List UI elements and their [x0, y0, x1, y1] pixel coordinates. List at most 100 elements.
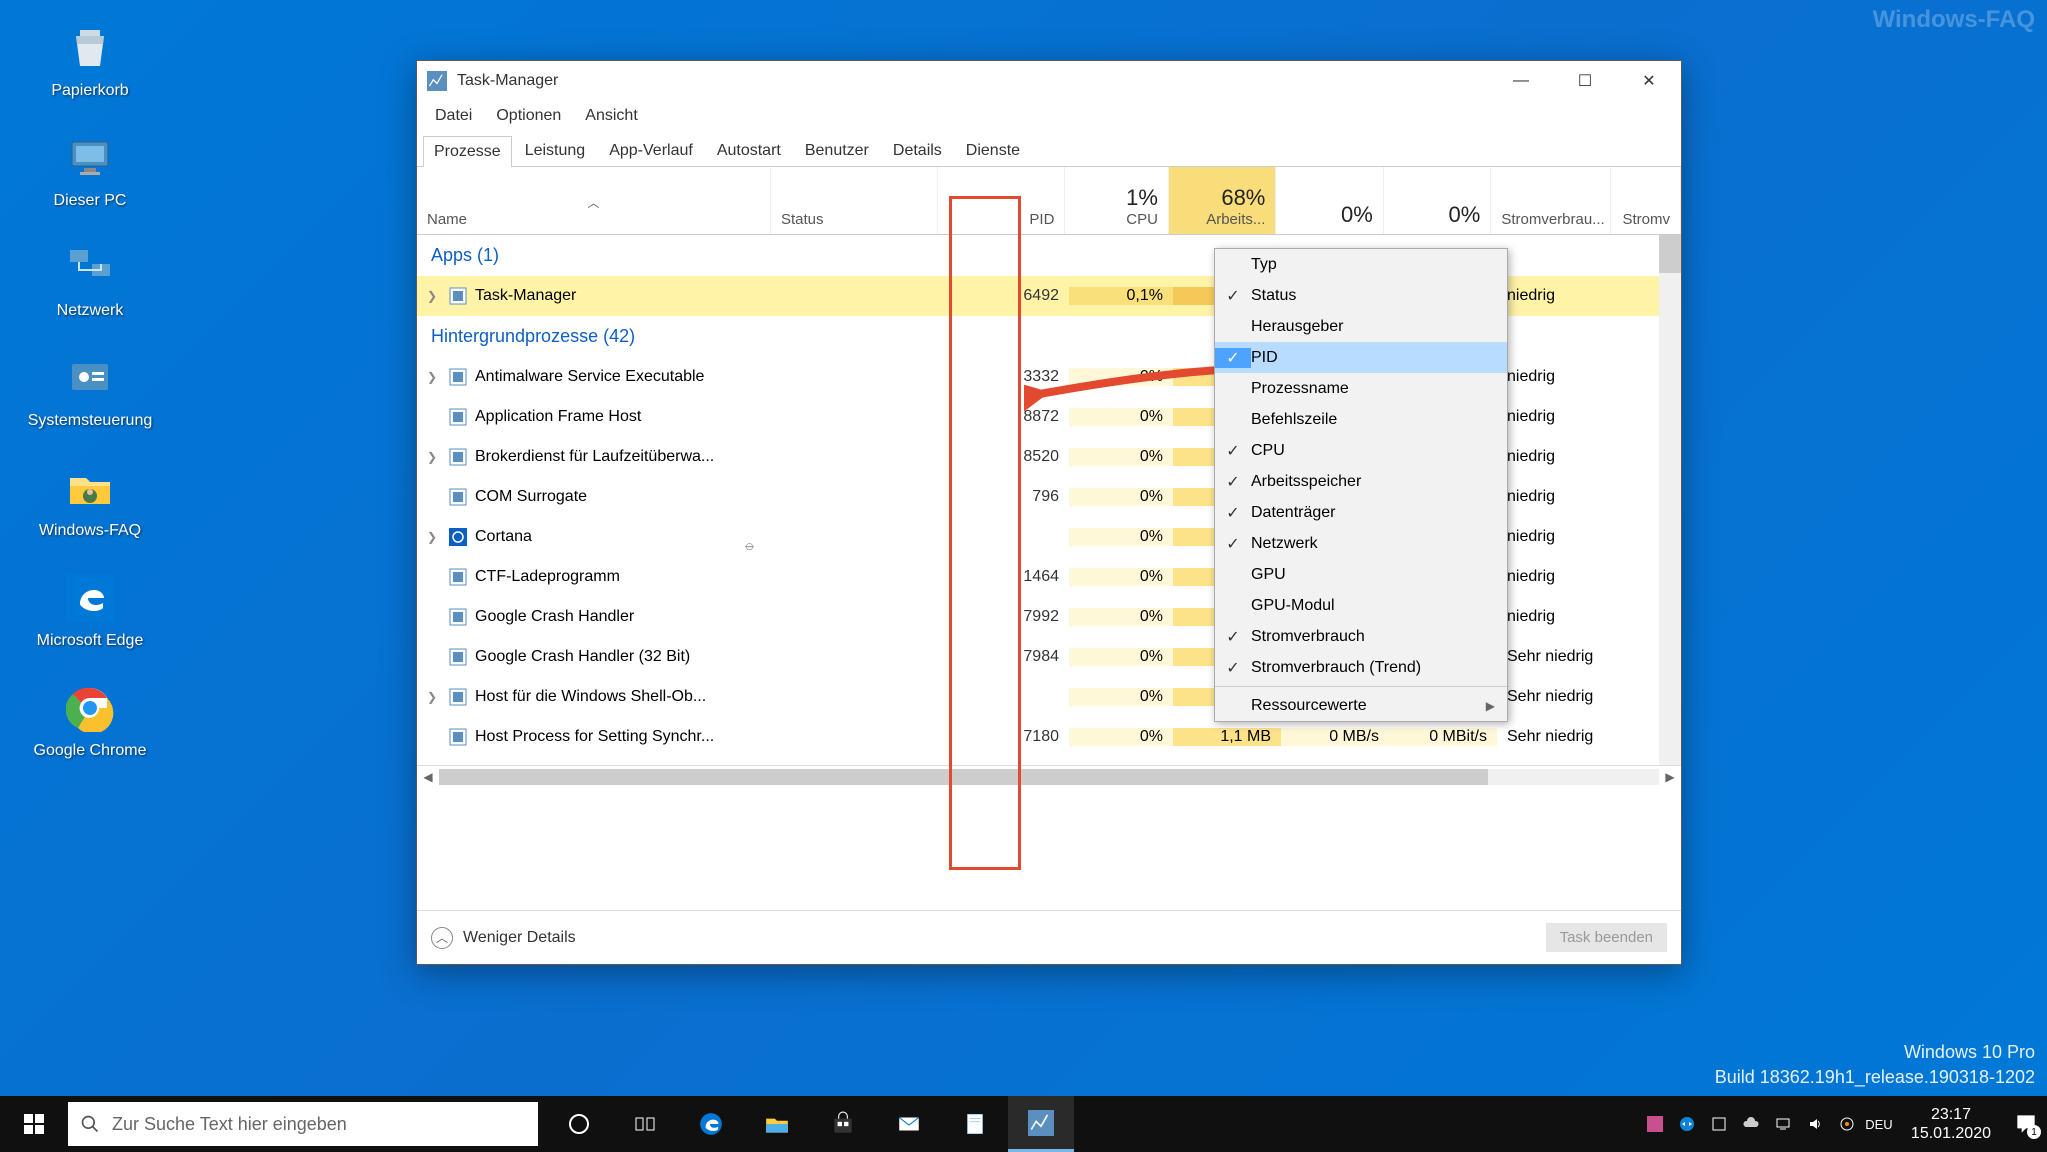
menubar: Datei Optionen Ansicht [417, 101, 1681, 131]
tray-teamviewer-icon[interactable] [1677, 1114, 1697, 1134]
menu-item-label: GPU [1251, 566, 1286, 584]
col-pid[interactable]: PID [938, 167, 1065, 234]
task-view-button[interactable] [612, 1096, 678, 1152]
explorer-taskbar-button[interactable] [744, 1096, 810, 1152]
end-task-button[interactable]: Task beenden [1546, 923, 1667, 952]
tray-update-icon[interactable] [1837, 1114, 1857, 1134]
maximize-button[interactable]: ☐ [1553, 61, 1617, 101]
process-row[interactable]: Host Process for Setting Synchr...71800%… [417, 717, 1681, 757]
process-name: Application Frame Host [475, 408, 641, 426]
process-disk: 0 MB/s [1281, 728, 1389, 746]
menu-item[interactable]: GPU-Modul [1215, 590, 1507, 621]
minimize-button[interactable]: ― [1489, 61, 1553, 101]
scrollbar-thumb[interactable] [1659, 235, 1681, 273]
tray-language-icon[interactable]: DEU [1869, 1114, 1889, 1134]
menu-datei[interactable]: Datei [425, 104, 482, 128]
desktop-icon-this-pc[interactable]: Dieser PC [20, 130, 160, 210]
desktop-icon-recycle-bin[interactable]: Papierkorb [20, 20, 160, 100]
menu-ansicht[interactable]: Ansicht [575, 104, 647, 128]
menu-item-label: PID [1251, 349, 1278, 367]
taskbar-clock[interactable]: 23:17 15.01.2020 [1911, 1105, 1991, 1143]
col-mem[interactable]: 68%Arbeits... [1169, 167, 1276, 234]
fewer-details-label[interactable]: Weniger Details [463, 929, 576, 947]
horizontal-scrollbar[interactable]: ◀ ▶ [417, 765, 1681, 787]
menu-item[interactable]: Stromverbrauch [1215, 621, 1507, 652]
tray-volume-icon[interactable] [1805, 1114, 1825, 1134]
check-icon [1215, 627, 1251, 647]
menu-item[interactable]: Stromverbrauch (Trend) [1215, 652, 1507, 683]
process-cpu: 0% [1069, 448, 1173, 466]
tab-app-verlauf[interactable]: App-Verlauf [598, 135, 704, 166]
process-name: COM Surrogate [475, 488, 587, 506]
close-button[interactable]: ✕ [1617, 61, 1681, 101]
menu-item[interactable]: CPU [1215, 435, 1507, 466]
search-box[interactable]: Zur Suche Text hier eingeben [68, 1102, 538, 1146]
tab-benutzer[interactable]: Benutzer [794, 135, 880, 166]
menu-item-label: CPU [1251, 442, 1285, 460]
desktop-icon-chrome[interactable]: Google Chrome [20, 680, 160, 760]
start-button[interactable] [0, 1096, 68, 1152]
desktop-icon-edge[interactable]: Microsoft Edge [20, 570, 160, 650]
process-name: CTF-Ladeprogramm [475, 568, 620, 586]
process-power: niedrig [1497, 568, 1617, 586]
folder-icon [62, 460, 118, 516]
menu-optionen[interactable]: Optionen [486, 104, 571, 128]
process-cpu: 0,1% [1069, 287, 1173, 305]
tab-autostart[interactable]: Autostart [706, 135, 792, 166]
process-name: Host Process for Setting Synchr... [475, 728, 714, 746]
store-taskbar-button[interactable] [810, 1096, 876, 1152]
menu-item[interactable]: Prozessname [1215, 373, 1507, 404]
menu-item[interactable]: GPU [1215, 559, 1507, 590]
col-disk[interactable]: 0% [1276, 167, 1383, 234]
col-cpu[interactable]: 1%CPU [1065, 167, 1169, 234]
tray-onedrive-icon[interactable] [1741, 1114, 1761, 1134]
process-power: Sehr niedrig [1497, 728, 1617, 746]
tab-dienste[interactable]: Dienste [955, 135, 1031, 166]
vertical-scrollbar[interactable] [1659, 235, 1681, 765]
tray-app2-icon[interactable] [1709, 1114, 1729, 1134]
process-pid: 7180 [941, 728, 1069, 746]
scrollbar-track[interactable] [439, 769, 1659, 785]
task-manager-taskbar-button[interactable] [1008, 1096, 1074, 1152]
mail-taskbar-button[interactable] [876, 1096, 942, 1152]
col-power-trend[interactable]: Stromv [1611, 167, 1681, 234]
desktop-icon-windows-faq[interactable]: Windows-FAQ [20, 460, 160, 540]
process-power: niedrig [1497, 408, 1617, 426]
col-name[interactable]: ︿Name [417, 167, 771, 234]
col-power[interactable]: Stromverbrau... [1491, 167, 1611, 234]
menu-item[interactable]: Befehlszeile [1215, 404, 1507, 435]
fewer-details-icon[interactable]: ︿ [431, 927, 453, 949]
menu-item[interactable]: Herausgeber [1215, 311, 1507, 342]
menu-item[interactable]: Ressourcewerte▶ [1215, 690, 1507, 721]
menu-item[interactable]: Netzwerk [1215, 528, 1507, 559]
desktop-icon-control-panel[interactable]: Systemsteuerung [20, 350, 160, 430]
tray-network-icon[interactable] [1773, 1114, 1793, 1134]
scroll-right-icon[interactable]: ▶ [1659, 770, 1681, 784]
process-name: Brokerdienst für Laufzeitüberwa... [475, 448, 714, 466]
tab-prozesse[interactable]: Prozesse [423, 136, 512, 167]
col-net[interactable]: 0% [1384, 167, 1491, 234]
edge-taskbar-button[interactable] [678, 1096, 744, 1152]
notepad-taskbar-button[interactable] [942, 1096, 1008, 1152]
process-cpu: 0% [1069, 368, 1173, 386]
network-icon [62, 240, 118, 296]
menu-item[interactable]: Status [1215, 280, 1507, 311]
action-center-button[interactable]: 1 [2013, 1111, 2039, 1137]
desktop-icon-label: Netzwerk [57, 302, 124, 320]
tab-details[interactable]: Details [882, 135, 953, 166]
menu-item[interactable]: Datenträger [1215, 497, 1507, 528]
menu-item[interactable]: PID [1215, 342, 1507, 373]
column-context-menu: TypStatusHerausgeber PID ProzessnameBefehl… [1214, 248, 1508, 722]
windows-logo-icon [22, 1112, 46, 1136]
col-status[interactable]: Status [771, 167, 938, 234]
tray-app-icon[interactable] [1645, 1114, 1665, 1134]
scroll-left-icon[interactable]: ◀ [417, 770, 439, 784]
tab-leistung[interactable]: Leistung [514, 135, 597, 166]
menu-item[interactable]: Arbeitsspeicher [1215, 466, 1507, 497]
menu-item[interactable]: Typ [1215, 249, 1507, 280]
check-icon [1215, 441, 1251, 461]
scrollbar-thumb[interactable] [439, 769, 1488, 785]
desktop-icon-network[interactable]: Netzwerk [20, 240, 160, 320]
cortana-button[interactable] [546, 1096, 612, 1152]
titlebar[interactable]: Task-Manager ― ☐ ✕ [417, 61, 1681, 101]
